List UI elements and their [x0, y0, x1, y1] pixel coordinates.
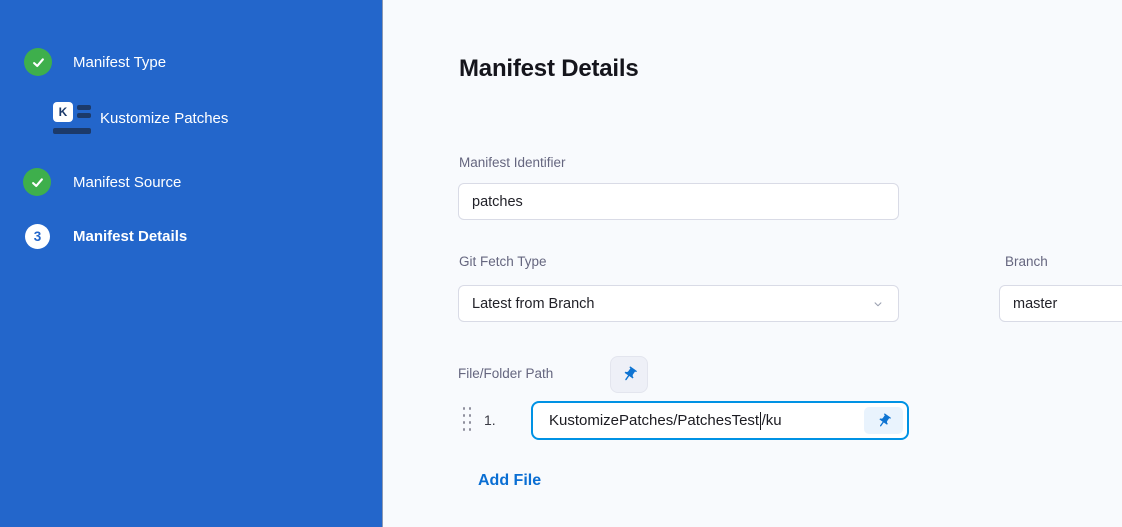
step-number-badge: 3 [25, 224, 50, 249]
drag-handle-icon[interactable] [461, 405, 473, 433]
git-fetch-type-value: Latest from Branch [472, 296, 595, 312]
runtime-input-pin-button[interactable] [610, 356, 648, 393]
file-path-input[interactable]: KustomizePatches/PatchesTest/ku [531, 401, 909, 440]
wizard-steps-sidebar: Manifest Type K Kustomize Patches Manife… [0, 0, 383, 527]
kustomize-icon: K [53, 100, 91, 137]
check-icon [23, 168, 51, 196]
sidebar-substep-kustomize-patches[interactable]: K Kustomize Patches [53, 100, 228, 137]
step-label-kustomize-patches: Kustomize Patches [100, 110, 228, 127]
git-fetch-type-label: Git Fetch Type [459, 254, 547, 269]
file-folder-path-label: File/Folder Path [458, 366, 553, 381]
file-path-pin-button[interactable] [864, 407, 903, 434]
file-path-text-before-caret: KustomizePatches/PatchesTest [549, 412, 759, 429]
sidebar-step-manifest-type[interactable]: Manifest Type [24, 48, 166, 76]
step-label-manifest-source: Manifest Source [73, 174, 181, 191]
manifest-identifier-label: Manifest Identifier [459, 155, 566, 170]
sidebar-step-manifest-details[interactable]: 3 Manifest Details [25, 224, 187, 249]
branch-label: Branch [1005, 254, 1048, 269]
step-label-manifest-details: Manifest Details [73, 228, 187, 245]
file-path-text-after-caret: /ku [762, 412, 782, 429]
chevron-down-icon [871, 297, 885, 311]
add-file-button[interactable]: Add File [478, 472, 541, 490]
sidebar-step-manifest-source[interactable]: Manifest Source [23, 168, 181, 196]
page-title: Manifest Details [459, 55, 639, 83]
pin-icon [872, 409, 894, 431]
file-path-row-index: 1. [484, 412, 496, 428]
pin-icon [617, 363, 641, 387]
branch-input[interactable] [999, 285, 1122, 322]
manifest-identifier-input[interactable] [458, 183, 899, 220]
manifest-wizard-dialog: Manifest Type K Kustomize Patches Manife… [0, 0, 1122, 527]
kustomize-letter: K [53, 102, 73, 122]
check-icon [24, 48, 52, 76]
git-fetch-type-select[interactable]: Latest from Branch [458, 285, 899, 322]
step-label-manifest-type: Manifest Type [73, 54, 166, 71]
